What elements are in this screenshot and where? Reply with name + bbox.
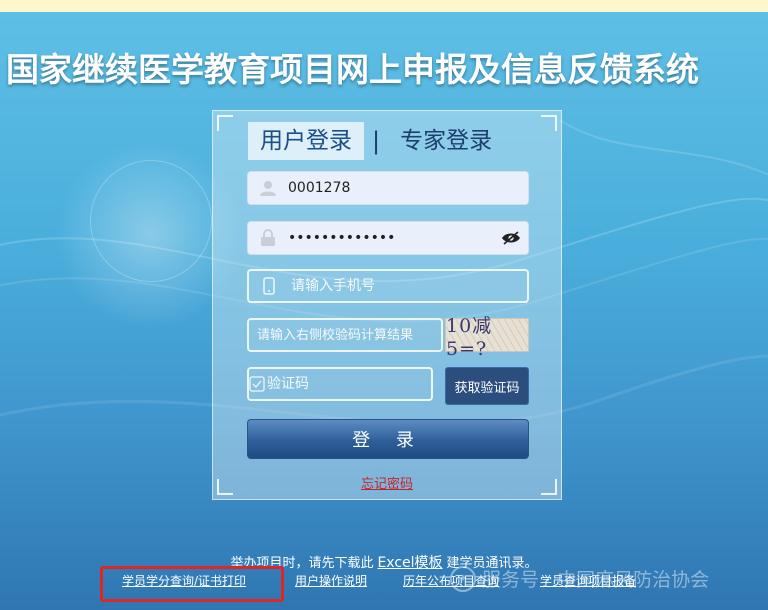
lock-icon: [248, 229, 288, 247]
shield-check-icon: [249, 376, 265, 392]
tab-expert-login[interactable]: 专家登录: [388, 122, 504, 160]
excel-template-link[interactable]: Excel模板: [377, 555, 442, 571]
login-button[interactable]: 登 录: [247, 419, 529, 459]
username-value: 0001278: [288, 180, 351, 196]
login-tabs: 用户登录 | 专家登录: [248, 121, 504, 161]
background-ring: [90, 160, 212, 282]
phone-input[interactable]: [289, 270, 527, 302]
notice-prefix: 举办项目时，请先下载此: [230, 556, 374, 571]
username-field[interactable]: 0001278: [247, 171, 529, 205]
tab-separator: |: [372, 127, 381, 155]
sms-code-input[interactable]: [265, 368, 443, 400]
tab-user-login[interactable]: 用户登录: [248, 122, 364, 160]
eye-icon[interactable]: [494, 231, 528, 245]
phone-icon: [249, 277, 289, 295]
wechat-logo-icon: ✦: [450, 565, 476, 592]
password-value: •••••••••••••: [288, 230, 396, 246]
forgot-password-link[interactable]: 忘记密码: [213, 473, 561, 492]
top-banner-strip: [0, 0, 768, 12]
phone-field[interactable]: [247, 269, 529, 303]
user-guide-link[interactable]: 用户操作说明: [295, 572, 367, 589]
watermark-text: 服务号 · 中国麻风防治协会: [482, 569, 710, 591]
user-icon: [248, 179, 288, 197]
login-panel: 用户登录 | 专家登录 0001278 ••••••••••••• 10减5=?…: [212, 110, 562, 500]
panel-corner: [217, 115, 233, 131]
get-code-button[interactable]: 获取验证码: [445, 367, 529, 405]
watermark: ✦ 服务号 · 中国麻风防治协会: [450, 565, 709, 592]
password-field[interactable]: •••••••••••••: [247, 221, 529, 255]
system-title: 国家继续医学教育项目网上申报及信息反馈系统: [6, 50, 699, 89]
captcha-answer-field[interactable]: [247, 318, 443, 352]
captcha-answer-input[interactable]: [249, 319, 441, 351]
captcha-image[interactable]: 10减5=?: [445, 315, 529, 360]
sms-code-field[interactable]: [247, 367, 443, 401]
credit-query-certificate-link[interactable]: 学员学分查询/证书打印: [122, 572, 246, 589]
panel-corner: [541, 115, 557, 131]
